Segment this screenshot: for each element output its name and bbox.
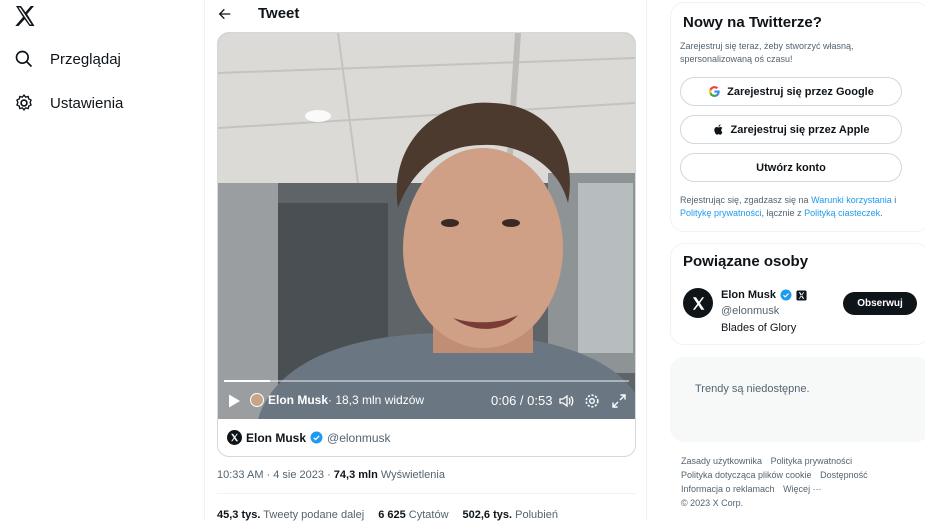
related-avatar[interactable] [683,288,713,318]
fullscreen-icon[interactable] [611,393,627,409]
app: Przeglądaj Ustawienia Tweet Elon Musk · … [0,0,925,521]
play-icon[interactable] [226,393,242,409]
x-avatar-icon [227,430,242,445]
nav-item-explore[interactable]: Przeglądaj [14,47,121,71]
back-arrow-icon[interactable] [217,6,233,22]
tweet-views-label: Wyświetlenia [377,469,445,481]
signup-title: Nowy na Twitterze? [683,14,822,31]
tweet-views-count: 74,3 mln [333,469,378,481]
tweet-timestamp[interactable]: 10:33 AM · 4 sie 2023 · [217,469,334,481]
divider [217,493,636,494]
signup-legal-text: Rejestrując się, zgadzasz się na Warunki… [680,195,897,218]
footer-copyright: © 2023 X Corp. [681,498,744,508]
create-account-label: Utwórz konto [756,161,826,174]
footer: Zasady użytkownika Polityka prywatności … [681,454,917,510]
gear-icon [16,94,32,111]
footer-link[interactable]: Dostępność [820,470,868,480]
page-title: Tweet [258,5,300,22]
apple-signup-button[interactable]: Zarejestruj się przez Apple [680,115,902,144]
media-author-name[interactable]: Elon Musk [246,431,306,445]
apple-signup-label: Zarejestruj się przez Apple [730,123,870,136]
trends-card: Trendy są niedostępne. [670,357,925,442]
privacy-link[interactable]: Politykę prywatności [680,208,762,218]
footer-link[interactable]: Zasady użytkownika [681,456,762,466]
video-settings-icon[interactable] [584,393,600,409]
signup-subtitle: Zarejestruj się teraz, żeby stworzyć wła… [680,41,854,64]
tweet-meta: 10:33 AM · 4 sie 2023 · 74,3 mln Wyświet… [217,469,445,481]
x-avatar-icon [692,296,704,310]
nav-label-settings: Ustawienia [50,94,124,112]
likes-stat[interactable]: 502,6 tys. Polubień [463,509,558,521]
video-progress-bar[interactable] [224,380,629,382]
media-card[interactable]: Elon Musk · 18,3 mln widzów 0:06 / 0:53 … [217,32,636,457]
video-views: · 18,3 mln widzów [328,393,425,407]
media-author-handle[interactable]: @elonmusk [327,431,391,445]
related-name-row[interactable]: Elon Musk [721,289,807,301]
verified-badge-icon [310,431,323,444]
follow-button[interactable]: Obserwuj [843,292,917,315]
related-bio: Blades of Glory [721,322,797,334]
create-account-button[interactable]: Utwórz konto [680,153,902,182]
verified-badge-icon [780,289,792,301]
signup-card: Nowy na Twitterze? Zarejestruj się teraz… [670,2,925,232]
footer-link[interactable]: Informacja o reklamach [681,484,775,494]
video-player[interactable]: Elon Musk · 18,3 mln widzów 0:06 / 0:53 [218,33,635,419]
nav-item-settings[interactable]: Ustawienia [14,91,123,115]
video-time: 0:06 / 0:53 [491,393,553,408]
retweets-stat[interactable]: 45,3 tys. Tweety podane dalej [217,509,364,521]
volume-icon[interactable] [558,393,574,409]
terms-link[interactable]: Warunki korzystania [811,195,892,205]
video-author-avatar[interactable] [250,393,264,407]
related-title: Powiązane osoby [683,253,809,270]
video-controls: Elon Musk · 18,3 mln widzów 0:06 / 0:53 [218,389,635,415]
video-frame [218,33,635,419]
video-author-name[interactable]: Elon Musk [268,393,328,407]
google-signup-label: Zarejestruj się przez Google [727,85,874,98]
quotes-stat[interactable]: 6 625 Cytatów [378,509,448,521]
main-header: Tweet [205,0,648,30]
footer-link[interactable]: Polityka dotycząca plików cookie [681,470,812,480]
cookies-link[interactable]: Polityką ciasteczek [804,208,880,218]
footer-more-link[interactable]: Więcej ··· [783,484,822,494]
media-author-row[interactable]: Elon Musk @elonmusk [218,419,635,456]
apple-icon [713,124,722,135]
x-affiliate-badge-icon [796,289,807,301]
trends-unavailable-text: Trendy są niedostępne. [695,383,810,395]
tweet-stats: 45,3 tys. Tweety podane dalej 6 625 Cyta… [217,509,558,521]
google-signup-button[interactable]: Zarejestruj się przez Google [680,77,902,106]
video-progress-fill [224,380,270,382]
main-column: Tweet Elon Musk · 18,3 mln widzów 0:06 /… [204,0,647,521]
related-people-card: Powiązane osoby Elon Musk @elonmusk Blad… [670,243,925,345]
google-icon [709,86,720,97]
left-nav: Przeglądaj Ustawienia [0,0,205,521]
related-name: Elon Musk [721,289,777,301]
search-icon [15,50,33,68]
footer-link[interactable]: Polityka prywatności [771,456,853,466]
nav-label-explore: Przeglądaj [50,50,121,68]
x-logo-icon[interactable] [13,4,37,28]
related-handle[interactable]: @elonmusk [721,305,779,317]
